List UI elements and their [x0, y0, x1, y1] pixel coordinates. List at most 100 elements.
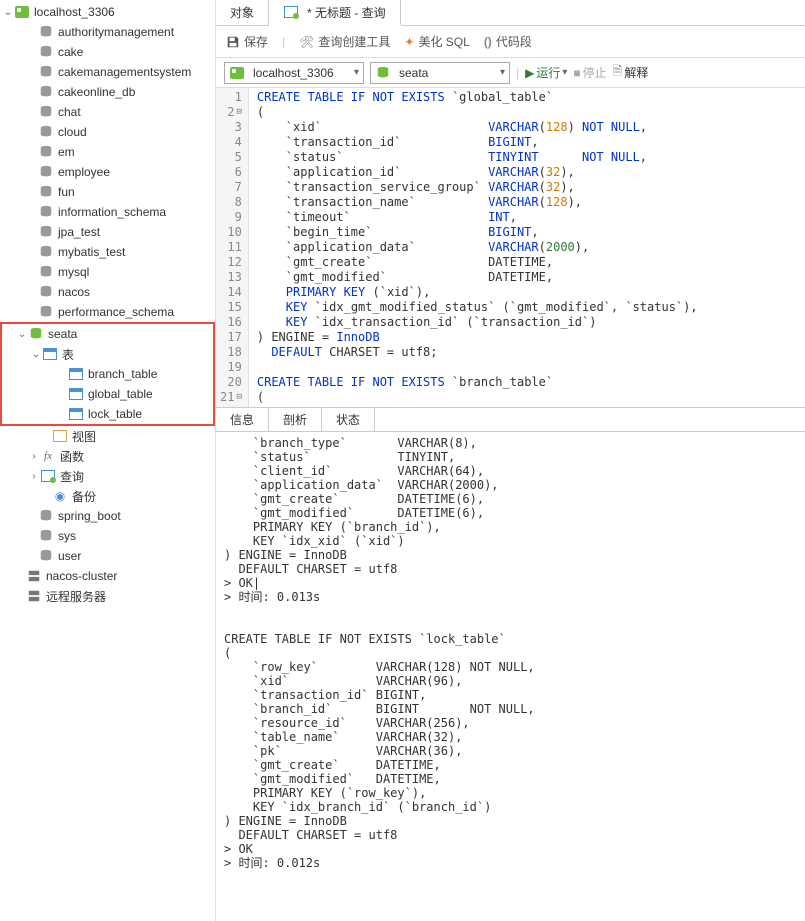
explain-label: 解释: [624, 64, 648, 81]
table-node[interactable]: branch_table: [2, 364, 213, 384]
result-tab-profile[interactable]: 剖析: [269, 408, 322, 431]
database-node[interactable]: cloud: [0, 122, 215, 142]
connection-node[interactable]: ⌄ localhost_3306: [0, 2, 215, 22]
database-label: nacos: [58, 285, 211, 299]
output-panel[interactable]: `branch_type` VARCHAR(8), `status` TINYI…: [216, 432, 805, 921]
explain-icon: 🗎: [613, 62, 623, 83]
dropdown-icon: ▾: [500, 67, 505, 78]
save-button[interactable]: 保存: [226, 33, 268, 50]
stop-label: 停止: [583, 64, 607, 81]
queries-folder[interactable]: › 查询: [0, 466, 215, 486]
table-node[interactable]: lock_table: [2, 404, 213, 424]
database-node[interactable]: mysql: [0, 262, 215, 282]
database-node[interactable]: mybatis_test: [0, 242, 215, 262]
database-node[interactable]: performance_schema: [0, 302, 215, 322]
functions-folder[interactable]: › fx 函数: [0, 446, 215, 466]
views-label: 视图: [72, 428, 211, 445]
database-icon: [38, 124, 54, 140]
database-label: authoritymanagement: [58, 25, 211, 39]
database-icon: [38, 64, 54, 80]
connection-label: nacos-cluster: [46, 569, 211, 583]
line-gutter: 12 ⊟3456789101112131415161718192021 ⊟: [216, 88, 249, 407]
query-tab-icon: [283, 4, 299, 20]
run-label: 运行: [536, 64, 560, 81]
database-label: information_schema: [58, 205, 211, 219]
database-node[interactable]: jpa_test: [0, 222, 215, 242]
expand-icon[interactable]: ⌄: [30, 349, 42, 360]
codesnippet-button[interactable]: () 代码段: [484, 33, 532, 50]
database-node[interactable]: cake: [0, 42, 215, 62]
main-panel: 对象 * 无标题 - 查询 保存 | 🛠 查询创建工具 ✦ 美化 SQL () …: [216, 0, 805, 921]
database-node[interactable]: employee: [0, 162, 215, 182]
database-icon: [38, 104, 54, 120]
highlighted-section: ⌄ seata ⌄ 表 branch_table global_tablelock…: [0, 322, 215, 426]
database-label: user: [58, 549, 211, 563]
table-label: branch_table: [88, 367, 209, 381]
result-tab-status[interactable]: 状态: [322, 408, 375, 431]
execution-bar: localhost_3306 ▾ seata ▾ | ▶ 运行 ▾ ■ 停止 🗎…: [216, 58, 805, 88]
tables-folder[interactable]: ⌄ 表: [2, 344, 213, 364]
connection-value: localhost_3306: [253, 66, 350, 80]
database-label: spring_boot: [58, 509, 211, 523]
beautify-button[interactable]: ✦ 美化 SQL: [404, 33, 469, 50]
expand-icon[interactable]: ⌄: [16, 329, 28, 340]
database-node[interactable]: sys: [0, 526, 215, 546]
database-icon: [38, 508, 54, 524]
editor-tabs: 对象 * 无标题 - 查询: [216, 0, 805, 26]
expand-icon[interactable]: ⌄: [2, 7, 14, 18]
table-node[interactable]: global_table: [2, 384, 213, 404]
backups-label: 备份: [72, 488, 211, 505]
save-label: 保存: [244, 33, 268, 50]
tool-icon: 🛠: [299, 35, 314, 49]
database-value: seata: [399, 66, 496, 80]
database-node[interactable]: information_schema: [0, 202, 215, 222]
database-icon: [38, 528, 54, 544]
dropdown-icon: ▾: [354, 67, 359, 78]
database-node[interactable]: user: [0, 546, 215, 566]
table-icon: [68, 386, 84, 402]
database-label: chat: [58, 105, 211, 119]
database-icon: [38, 164, 54, 180]
views-folder[interactable]: 视图: [0, 426, 215, 446]
sql-editor[interactable]: 12 ⊟3456789101112131415161718192021 ⊟ CR…: [216, 88, 805, 408]
database-label: sys: [58, 529, 211, 543]
database-node[interactable]: cakemanagementsystem: [0, 62, 215, 82]
database-node[interactable]: cakeonline_db: [0, 82, 215, 102]
connection-node[interactable]: 远程服务器: [0, 586, 215, 606]
save-icon: [226, 35, 240, 49]
backups-folder[interactable]: ◉ 备份: [0, 486, 215, 506]
database-icon: [38, 204, 54, 220]
database-seata[interactable]: ⌄ seata: [2, 324, 213, 344]
database-node[interactable]: spring_boot: [0, 506, 215, 526]
connection-label: 远程服务器: [46, 588, 211, 605]
server-icon: [26, 588, 42, 604]
querybuilder-button[interactable]: 🛠 查询创建工具: [299, 33, 390, 50]
database-node[interactable]: em: [0, 142, 215, 162]
connection-node[interactable]: nacos-cluster: [0, 566, 215, 586]
sidebar-tree[interactable]: ⌄ localhost_3306 authoritymanagement cake…: [0, 0, 216, 921]
code-area[interactable]: CREATE TABLE IF NOT EXISTS `global_table…: [249, 88, 805, 407]
stop-button: ■ 停止: [573, 64, 606, 81]
result-tab-info[interactable]: 信息: [216, 408, 269, 431]
table-label: lock_table: [88, 407, 209, 421]
database-node[interactable]: fun: [0, 182, 215, 202]
database-node[interactable]: nacos: [0, 282, 215, 302]
connection-combo[interactable]: localhost_3306 ▾: [224, 62, 364, 84]
database-icon: [38, 284, 54, 300]
database-label: cakemanagementsystem: [58, 65, 211, 79]
database-combo[interactable]: seata ▾: [370, 62, 510, 84]
dropdown-icon: ▾: [562, 67, 567, 78]
database-icon: [38, 264, 54, 280]
tab-objects[interactable]: 对象: [216, 0, 269, 25]
database-node[interactable]: chat: [0, 102, 215, 122]
connection-icon: [14, 4, 30, 20]
querybuilder-label: 查询创建工具: [318, 33, 390, 50]
expand-icon[interactable]: ›: [28, 451, 40, 462]
connection-label: localhost_3306: [34, 5, 211, 19]
database-node[interactable]: authoritymanagement: [0, 22, 215, 42]
expand-icon[interactable]: ›: [28, 471, 40, 482]
explain-button[interactable]: 🗎 解释: [613, 62, 649, 83]
run-button[interactable]: ▶ 运行 ▾: [525, 64, 567, 81]
tab-query[interactable]: * 无标题 - 查询: [269, 0, 401, 26]
tab-label: 对象: [230, 4, 254, 21]
